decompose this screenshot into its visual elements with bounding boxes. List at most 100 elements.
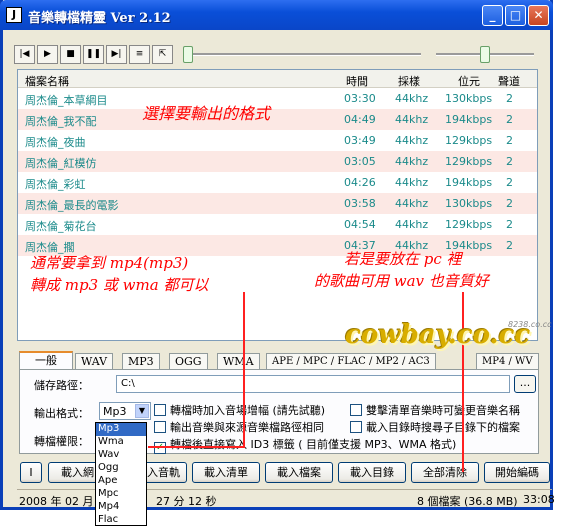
status-elapsed: 27 分 12 秒 [156, 495, 217, 508]
cell-rate: 44khz [395, 197, 429, 210]
play-button[interactable]: ▶ [37, 45, 58, 64]
cell-name: 周杰倫_最長的電影 [25, 199, 119, 212]
annotation-pc-line1: 若是要放在 pc 裡 [344, 250, 462, 268]
check-same-path-label: 輸出音樂與來源音樂檔路徑相同 [170, 421, 324, 434]
table-row[interactable]: 周杰倫_最長的電影 03:58 44khz 130kbps 2 [18, 193, 537, 214]
header-time[interactable]: 時間 [346, 73, 368, 89]
checkbox-icon[interactable] [154, 421, 166, 433]
browse-button[interactable]: ... [514, 375, 536, 393]
prev-track-button[interactable]: |◀ [14, 45, 35, 64]
save-path-label: 儲存路徑： [34, 379, 89, 392]
brand-watermark: cowbay.co.cc [345, 320, 531, 350]
cell-bitrate: 129kbps [445, 218, 493, 231]
format-option[interactable]: Ogg [96, 462, 146, 475]
cell-channels: 2 [506, 239, 513, 252]
check-enhance-label: 轉檔時加入音場增幅 (請先試聽) [170, 404, 326, 417]
tab-mp3[interactable]: MP3 [122, 353, 160, 370]
file-list[interactable]: 檔案名稱 時間 採樣 位元 聲道 周杰倫_本草綱目 03:30 44khz 130kb… [17, 69, 538, 341]
stop-button[interactable]: ■ [60, 45, 81, 64]
cell-bitrate: 130kbps [445, 197, 493, 210]
app-icon[interactable]: J [6, 7, 22, 23]
volume-slider[interactable] [436, 46, 534, 63]
check-id3-label: 轉檔後直接寫入 ID3 標籤 ( 目前僅支援 MP3、WMA 格式) [170, 438, 457, 451]
cell-channels: 2 [506, 176, 513, 189]
load-file-button[interactable]: 載入檔案 [265, 462, 333, 483]
table-row[interactable]: 周杰倫_彩虹 04:26 44khz 194kbps 2 [18, 172, 537, 193]
check-same-path[interactable]: 輸出音樂與來源音樂檔路徑相同 [154, 419, 324, 435]
table-row[interactable]: 周杰倫_我不配 04:49 44khz 194kbps 2 [18, 109, 537, 130]
table-row[interactable]: 周杰倫_夜曲 03:49 44khz 129kbps 2 [18, 130, 537, 151]
table-row[interactable]: 周杰倫_本草綱目 03:30 44khz 130kbps 2 [18, 88, 537, 109]
minimize-button[interactable]: _ [482, 5, 503, 26]
load-folder-button[interactable]: 載入目錄 [338, 462, 406, 483]
cell-bitrate: 129kbps [445, 155, 493, 168]
status-clock: 33:08 [523, 493, 555, 506]
title-bar[interactable]: J 音樂轉檔精靈 Ver 2.12 _ □ ✕ [0, 0, 553, 30]
cell-channels: 2 [506, 155, 513, 168]
check-id3[interactable]: ✓ 轉檔後直接寫入 ID3 標籤 ( 目前僅支援 MP3、WMA 格式) [154, 436, 456, 454]
tab-mp4-wv[interactable]: MP4 / WV [476, 353, 539, 370]
check-enhance[interactable]: 轉檔時加入音場增幅 (請先試聽) [154, 402, 325, 418]
format-dropdown[interactable]: Mp3 Wma Wav Ogg Ape Mpc Mp4 Flac [95, 422, 147, 526]
table-row[interactable]: 周杰倫_紅模仿 03:05 44khz 129kbps 2 [18, 151, 537, 172]
tab-wav[interactable]: WAV [75, 353, 114, 370]
position-slider-thumb[interactable] [183, 46, 193, 63]
tab-wma[interactable]: WMA [217, 353, 260, 370]
format-option[interactable]: Mp3 [96, 423, 146, 436]
next-track-button[interactable]: ▶| [106, 45, 127, 64]
cell-rate: 44khz [395, 134, 429, 147]
maximize-button[interactable]: □ [505, 5, 526, 26]
tab-ogg[interactable]: OGG [169, 353, 208, 370]
format-option[interactable]: Wma [96, 436, 146, 449]
tab-general[interactable]: 一般 [19, 351, 73, 371]
volume-slider-thumb[interactable] [480, 46, 490, 63]
format-option[interactable]: Ape [96, 475, 146, 488]
toolbar: |◀ ▶ ■ ❚❚ ▶| ≡ ⇱ [3, 33, 550, 67]
cell-bitrate: 129kbps [445, 134, 493, 147]
tab-ape-mpc-flac[interactable]: APE / MPC / FLAC / MP2 / AC3 [266, 353, 436, 370]
checkbox-icon[interactable] [154, 404, 166, 416]
clear-all-button[interactable]: 全部清除 [411, 462, 479, 483]
format-option[interactable]: Flac [96, 514, 146, 527]
format-option[interactable]: Mpc [96, 488, 146, 501]
info-button[interactable]: I [20, 462, 42, 483]
header-channels[interactable]: 聲道 [498, 73, 520, 89]
window-title: 音樂轉檔精靈 Ver 2.12 [28, 11, 171, 26]
cell-time: 03:49 [344, 134, 376, 147]
start-encode-button[interactable]: 開始編碼 [484, 462, 550, 483]
save-path-input[interactable]: C:\ [116, 375, 510, 393]
eject-button[interactable]: ⇱ [152, 45, 173, 64]
header-rate[interactable]: 採樣 [398, 73, 420, 89]
cell-rate: 44khz [395, 113, 429, 126]
position-slider[interactable] [183, 46, 421, 63]
checkmark-icon[interactable]: ✓ [154, 442, 166, 454]
load-playlist-button[interactable]: 載入清單 [192, 462, 260, 483]
cell-bitrate: 130kbps [445, 92, 493, 105]
load-url-button[interactable]: 載入網 [48, 462, 98, 483]
pause-button[interactable]: ❚❚ [83, 45, 104, 64]
settings-tabs: 一般 WAV MP3 OGG WMA APE / MPC / FLAC / MP… [19, 351, 539, 371]
checkbox-icon[interactable] [350, 421, 362, 433]
header-name[interactable]: 檔案名稱 [25, 73, 69, 89]
status-files: 8 個檔案 (36.8 MB) [417, 495, 518, 508]
check-rename-label: 雙擊清單音樂時可變更音樂名稱 [366, 404, 520, 417]
annotation-select-format: 選擇要輸出的格式 [142, 104, 271, 123]
cell-channels: 2 [506, 92, 513, 105]
playlist-button[interactable]: ≡ [129, 45, 150, 64]
check-subdirs[interactable]: 載入目錄時搜尋子目錄下的檔案 [350, 419, 520, 435]
format-option[interactable]: Mp4 [96, 501, 146, 514]
limit-label: 轉檔權限： [34, 435, 89, 448]
check-rename[interactable]: 雙擊清單音樂時可變更音樂名稱 [350, 402, 520, 418]
check-subdirs-label: 載入目錄時搜尋子目錄下的檔案 [366, 421, 520, 434]
table-row[interactable]: 周杰倫_菊花台 04:54 44khz 129kbps 2 [18, 214, 537, 235]
checkbox-icon[interactable] [350, 404, 362, 416]
cell-time: 03:30 [344, 92, 376, 105]
cell-rate: 44khz [395, 218, 429, 231]
header-bitrate[interactable]: 位元 [458, 73, 480, 89]
chevron-down-icon[interactable]: ▼ [135, 404, 149, 418]
close-button[interactable]: ✕ [528, 5, 549, 26]
format-option[interactable]: Wav [96, 449, 146, 462]
list-header: 檔案名稱 時間 採樣 位元 聲道 [18, 70, 537, 88]
format-select[interactable]: Mp3 ▼ [99, 402, 151, 420]
annotation-convert-line2: 轉成 mp3 或 wma 都可以 [30, 276, 209, 294]
